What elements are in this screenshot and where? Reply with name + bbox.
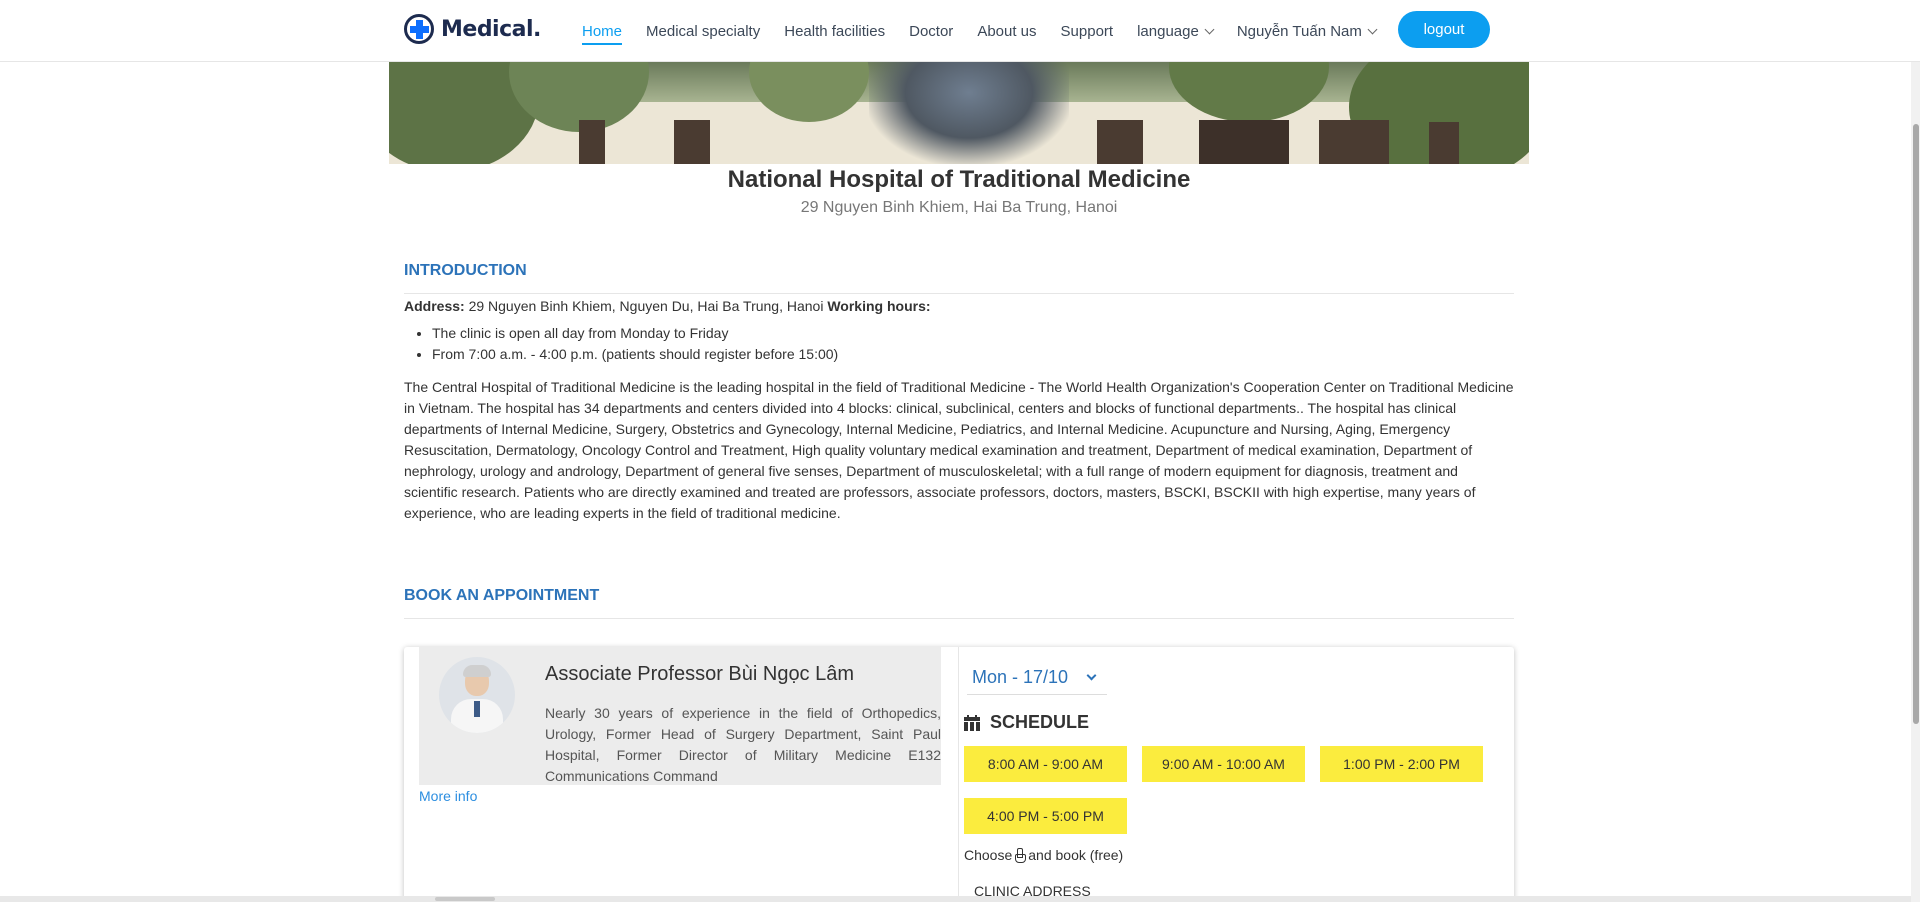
working-hours-label: Working hours:	[827, 298, 931, 314]
time-slot-button[interactable]: 8:00 AM - 9:00 AM	[964, 746, 1127, 782]
doctor-booking-card: Associate Professor Bùi Ngọc Lâm Nearly …	[404, 647, 1514, 902]
site-logo[interactable]: Medical.	[404, 14, 541, 44]
hand-pointer-icon	[1014, 848, 1027, 863]
book-appointment-heading: BOOK AN APPOINTMENT	[404, 587, 600, 604]
choose-and-book-note: Choose and book (free)	[964, 847, 1123, 863]
list-item: From 7:00 a.m. - 4:00 p.m. (patients sho…	[432, 344, 1514, 365]
choose-prefix: Choose	[964, 847, 1013, 863]
hospital-address: 29 Nguyen Binh Khiem, Hai Ba Trung, Hano…	[800, 199, 1118, 216]
introduction-divider	[404, 293, 1514, 294]
user-name: Nguyễn Tuấn Nam	[1236, 22, 1362, 40]
logout-button[interactable]: logout	[1398, 11, 1490, 48]
logo-text: Medical.	[441, 16, 541, 42]
schedule-heading: SCHEDULE	[964, 712, 1089, 733]
calendar-icon	[964, 714, 980, 731]
introduction-body: The Central Hospital of Traditional Medi…	[404, 379, 1514, 521]
doctor-name: Associate Professor Bùi Ngọc Lâm	[545, 663, 855, 685]
booking-divider	[404, 618, 1514, 619]
chevron-down-icon	[1204, 24, 1215, 34]
doctor-description: Nearly 30 years of experience in the fie…	[545, 705, 941, 784]
nav-user-menu[interactable]: Nguyễn Tuấn Nam	[1236, 0, 1378, 62]
introduction-heading: INTRODUCTION	[404, 262, 527, 279]
nav-medical-specialty[interactable]: Medical specialty	[646, 0, 760, 62]
nav-doctor[interactable]: Doctor	[909, 0, 953, 62]
date-select[interactable]: Mon - 17/10	[967, 661, 1107, 695]
language-label: language	[1137, 22, 1199, 40]
hospital-banner-image	[389, 62, 1529, 164]
selected-date: Mon - 17/10	[972, 667, 1069, 687]
list-item: The clinic is open all day from Monday t…	[432, 323, 1514, 344]
nav-home[interactable]: Home	[582, 0, 623, 62]
nav-about-us[interactable]: About us	[977, 0, 1036, 62]
choose-suffix: and book (free)	[1028, 847, 1124, 863]
top-header: Medical. Home Medical specialty Health f…	[0, 0, 1920, 62]
nav-support[interactable]: Support	[1061, 0, 1114, 62]
schedule-title: SCHEDULE	[990, 712, 1090, 732]
doctor-profile: Associate Professor Bùi Ngọc Lâm Nearly …	[419, 647, 941, 785]
nav-health-facilities[interactable]: Health facilities	[784, 0, 885, 62]
introduction-content: Address: 29 Nguyen Binh Khiem, Nguyen Du…	[404, 296, 1514, 524]
vertical-scrollbar-thumb[interactable]	[1913, 124, 1919, 724]
time-slot-button[interactable]: 9:00 AM - 10:00 AM	[1142, 746, 1305, 782]
chevron-down-icon	[1086, 670, 1097, 681]
horizontal-scrollbar-track[interactable]	[0, 896, 1911, 902]
chevron-down-icon	[1367, 24, 1378, 34]
working-hours-list: The clinic is open all day from Monday t…	[432, 323, 1514, 365]
doctor-avatar	[439, 657, 515, 733]
column-divider	[958, 647, 959, 902]
hospital-name: National Hospital of Traditional Medicin…	[727, 166, 1191, 193]
horizontal-scrollbar-thumb[interactable]	[435, 897, 495, 901]
time-slot-button[interactable]: 4:00 PM - 5:00 PM	[964, 798, 1127, 834]
main-nav: Home Medical specialty Health facilities…	[582, 0, 1400, 62]
nav-language-dropdown[interactable]: language	[1137, 0, 1215, 62]
address-line: Address: 29 Nguyen Binh Khiem, Nguyen Du…	[404, 296, 1514, 317]
address-value: 29 Nguyen Binh Khiem, Nguyen Du, Hai Ba …	[464, 298, 828, 314]
medical-cross-icon	[404, 14, 434, 44]
address-label: Address:	[404, 298, 465, 314]
time-slot-button[interactable]: 1:00 PM - 2:00 PM	[1320, 746, 1483, 782]
more-info-link[interactable]: More info	[419, 788, 477, 804]
